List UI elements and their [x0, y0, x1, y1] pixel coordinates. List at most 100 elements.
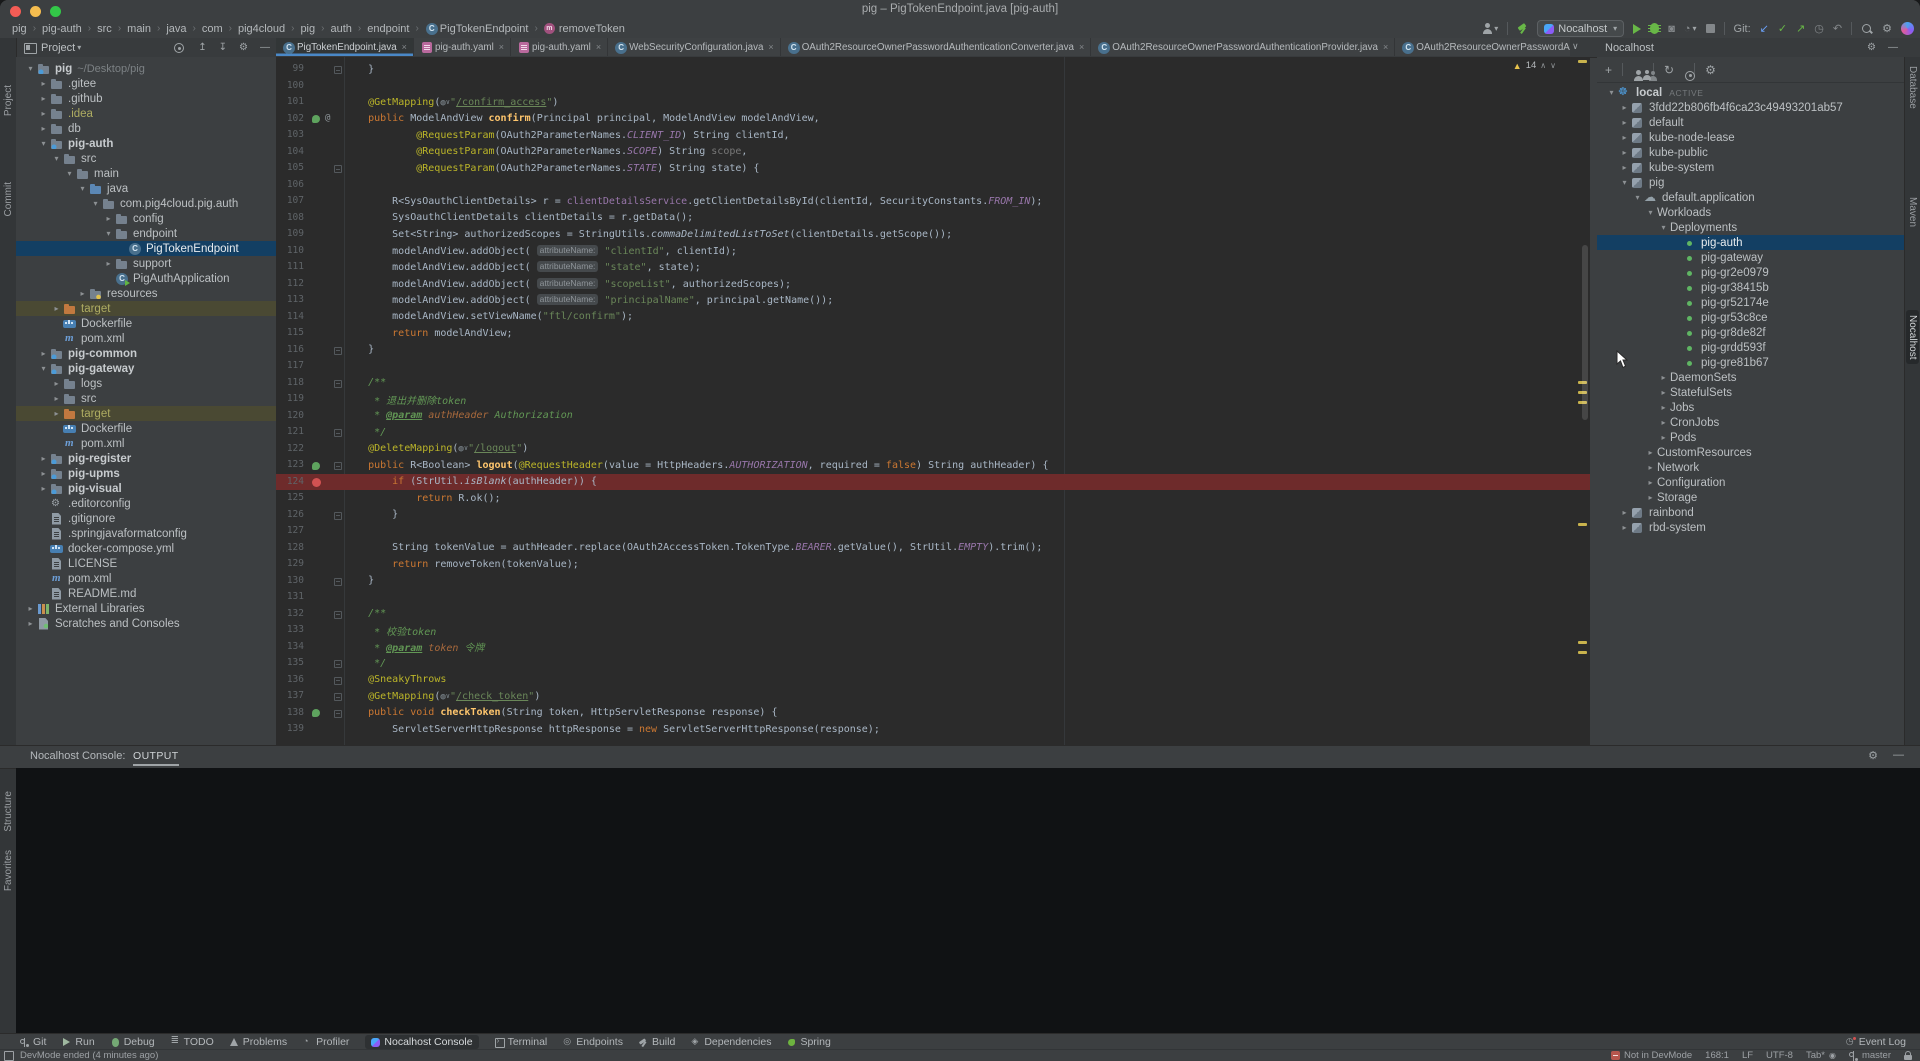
nocalhost-tree-row[interactable]: pig-gr8de82f	[1597, 325, 1904, 340]
code-line[interactable]: 99 }	[276, 61, 1590, 78]
toolwindow-button-nocalhost-console[interactable]: Nocalhost Console	[365, 1035, 478, 1049]
nocalhost-tree-row[interactable]: ▸default	[1597, 115, 1904, 130]
code-line[interactable]: 111 modelAndView.addObject( attributeNam…	[276, 259, 1590, 276]
code-line[interactable]: 107 R<SysOauthClientDetails> r = clientD…	[276, 193, 1590, 210]
code-line[interactable]: 136 @SneakyThrows	[276, 672, 1590, 689]
gutter[interactable]: 113	[276, 292, 344, 309]
gutter[interactable]: 121	[276, 424, 344, 441]
project-panel-title[interactable]: Project	[41, 42, 75, 54]
editor-tab[interactable]: PigTokenEndpoint.java×	[276, 38, 414, 56]
gutter[interactable]: 101	[276, 94, 344, 111]
console-hide-icon[interactable]: —	[1893, 749, 1904, 761]
project-tree-row[interactable]: ▾main	[16, 166, 276, 181]
gutter[interactable]: 107	[276, 193, 344, 210]
chevron-right-icon[interactable]: ▸	[37, 124, 50, 133]
code-line[interactable]: 127	[276, 523, 1590, 540]
project-tree-row[interactable]: pom.xml	[16, 331, 276, 346]
project-tree-row[interactable]: ▸pig-common	[16, 346, 276, 361]
locate-file-icon[interactable]	[173, 42, 184, 53]
project-tree-row[interactable]: ▸External Libraries	[16, 601, 276, 616]
nocalhost-tree-row[interactable]: ▸StatefulSets	[1597, 385, 1904, 400]
fold-marker-icon[interactable]	[334, 512, 342, 520]
chevron-right-icon[interactable]: ▸	[37, 469, 50, 478]
project-tree-row[interactable]: ▸config	[16, 211, 276, 226]
run-button[interactable]	[1633, 24, 1641, 34]
nocalhost-tree-row[interactable]: ▸DaemonSets	[1597, 370, 1904, 385]
console-settings-gear-icon[interactable]: ⚙	[1868, 749, 1878, 762]
status-item[interactable]	[1904, 1051, 1912, 1060]
fold-marker-icon[interactable]	[334, 429, 342, 437]
project-tree-row[interactable]: ▸logs	[16, 376, 276, 391]
gutter[interactable]: 132	[276, 606, 344, 623]
toolwindow-button-terminal[interactable]: Terminal	[495, 1036, 548, 1048]
console-output-area[interactable]	[16, 768, 1920, 1033]
nocalhost-tree-row[interactable]: ▸Pods	[1597, 430, 1904, 445]
chevron-right-icon[interactable]: ▸	[102, 259, 115, 268]
nocalhost-tree-row[interactable]: pig-auth	[1597, 235, 1904, 250]
fold-marker-icon[interactable]	[334, 693, 342, 701]
project-tree-row[interactable]: ▸pig-upms	[16, 466, 276, 481]
chevron-down-icon[interactable]: ▾	[89, 199, 102, 208]
chevron-right-icon[interactable]: ▸	[1657, 433, 1670, 442]
rollback-icon[interactable]: ↶	[1833, 22, 1842, 35]
project-tree-row[interactable]: PigAuthApplication	[16, 271, 276, 286]
fold-marker-icon[interactable]	[334, 165, 342, 173]
project-tree-row[interactable]: ▾pig-gateway	[16, 361, 276, 376]
status-item[interactable]: LF	[1742, 1050, 1753, 1061]
status-item[interactable]: Not in DevMode	[1611, 1050, 1692, 1061]
git-push-icon[interactable]: ↗	[1796, 22, 1805, 35]
profiler-button[interactable]: ◔▾	[1684, 23, 1697, 35]
chevron-right-icon[interactable]: ▸	[37, 454, 50, 463]
gutter[interactable]: 120	[276, 408, 344, 425]
project-tree-row[interactable]: LICENSE	[16, 556, 276, 571]
chevron-right-icon[interactable]: ▸	[37, 484, 50, 493]
breadcrumb-item[interactable]: removeToken	[544, 23, 625, 35]
nocalhost-tree-row[interactable]: ▸3fdd22b806fb4f6ca23c49493201ab57	[1597, 100, 1904, 115]
next-warning-icon[interactable]: ∨	[1550, 61, 1556, 70]
chevron-down-icon[interactable]: ▾	[37, 139, 50, 148]
spring-bean-icon[interactable]	[312, 709, 320, 717]
code-line[interactable]: 114 modelAndView.setViewName("ftl/confir…	[276, 309, 1590, 326]
nocalhost-tree-row[interactable]: ▸Configuration	[1597, 475, 1904, 490]
status-item[interactable]: UTF-8	[1766, 1050, 1793, 1061]
git-commit-icon[interactable]: ✓	[1778, 22, 1787, 35]
code-line[interactable]: 116 }	[276, 342, 1590, 359]
project-tree-row[interactable]: ▾pig-auth	[16, 136, 276, 151]
editor-tab[interactable]: OAuth2ResourceOwnerPasswordAuthenticatio…	[1091, 38, 1395, 56]
chevron-right-icon[interactable]: ▸	[1657, 373, 1670, 382]
gutter[interactable]: 122	[276, 441, 344, 458]
editor-scrollbar[interactable]	[1582, 245, 1588, 420]
nocalhost-tree-row[interactable]: ▾Workloads	[1597, 205, 1904, 220]
code-line[interactable]: 108 SysOauthClientDetails clientDetails …	[276, 210, 1590, 227]
code-line[interactable]: 118 /**	[276, 375, 1590, 392]
project-tree-row[interactable]: ▸target	[16, 406, 276, 421]
toolwindow-button-build[interactable]: Build	[639, 1036, 675, 1048]
nocalhost-tree-row[interactable]: pig-grdd593f	[1597, 340, 1904, 355]
fold-marker-icon[interactable]	[334, 677, 342, 685]
fold-marker-icon[interactable]	[334, 462, 342, 470]
chevron-down-icon[interactable]: ▾	[1657, 223, 1670, 232]
gutter[interactable]: 117	[276, 358, 344, 375]
chevron-right-icon[interactable]: ▸	[1644, 448, 1657, 457]
project-tree-row[interactable]: README.md	[16, 586, 276, 601]
editor-tab[interactable]: pig-auth.yaml×	[414, 38, 511, 56]
inspection-widget[interactable]: ▲ 14 ∧ ∨	[1513, 60, 1556, 71]
chevron-down-icon[interactable]: ▾	[1644, 208, 1657, 217]
gutter[interactable]: 126	[276, 507, 344, 524]
chevron-right-icon[interactable]: ▸	[37, 109, 50, 118]
gutter[interactable]: 116	[276, 342, 344, 359]
project-tree-row[interactable]: .editorconfig	[16, 496, 276, 511]
gutter[interactable]: 137	[276, 688, 344, 705]
nocalhost-tree-row[interactable]: ▾pig	[1597, 175, 1904, 190]
breadcrumb-item[interactable]: pig	[12, 23, 27, 35]
gutter[interactable]: 130	[276, 573, 344, 590]
code-line[interactable]: 122 @DeleteMapping("/logout")	[276, 441, 1590, 458]
project-tree-row[interactable]: Dockerfile	[16, 316, 276, 331]
toolwindow-button-spring[interactable]: Spring	[787, 1036, 830, 1048]
expand-all-icon[interactable]: ↥	[198, 42, 206, 53]
breakpoint-icon[interactable]	[312, 478, 321, 487]
nocalhost-tree-row[interactable]: pig-gr53c8ce	[1597, 310, 1904, 325]
gutter[interactable]: 112	[276, 276, 344, 293]
add-cluster-icon[interactable]: +	[1605, 63, 1612, 77]
hide-nocalhost-panel-icon[interactable]: —	[1888, 42, 1898, 53]
